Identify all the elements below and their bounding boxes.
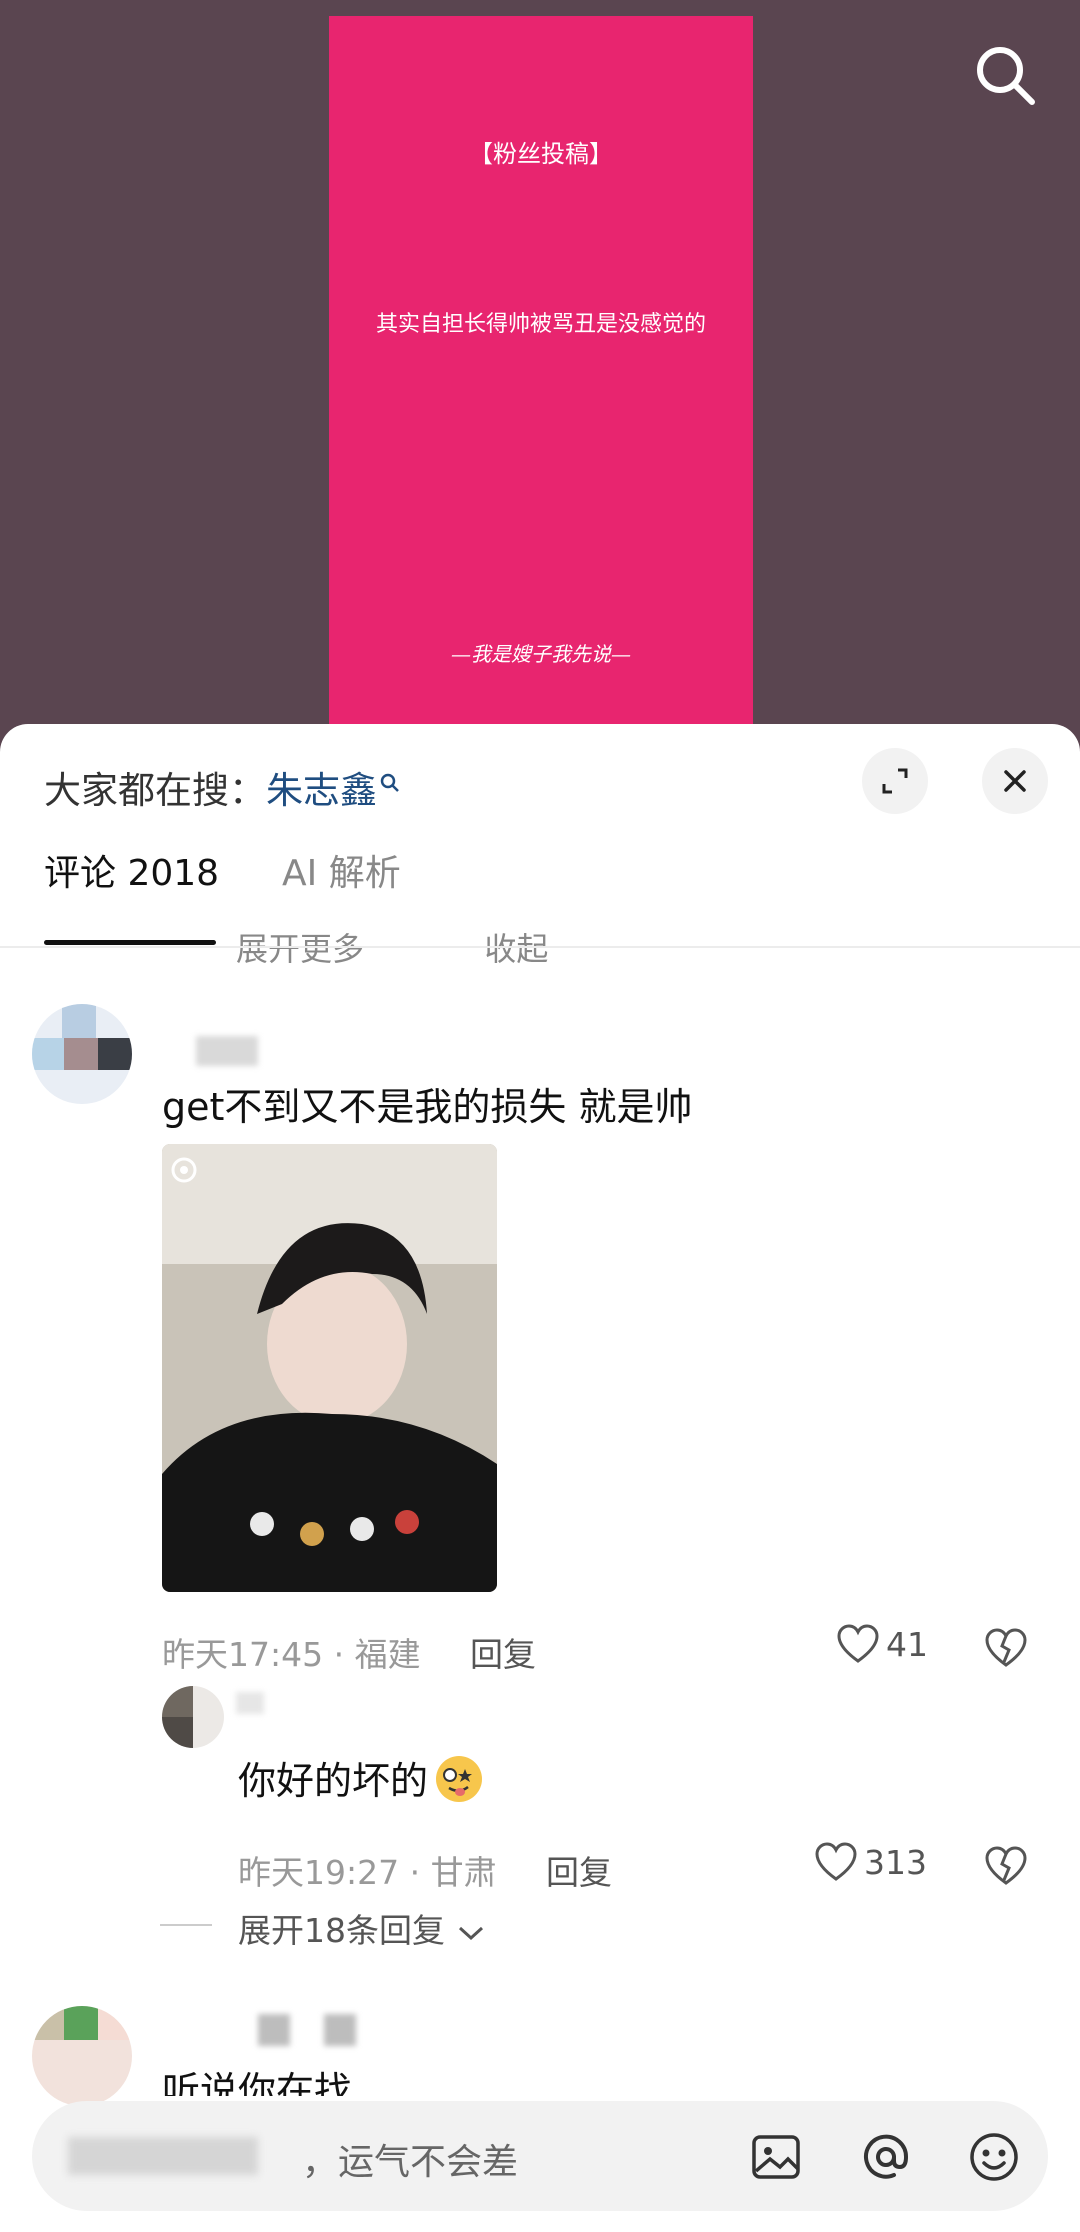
reply-reply-button[interactable]: 回复: [546, 1846, 612, 1894]
reply-avatar[interactable]: [162, 1686, 224, 1748]
broken-heart-icon: [985, 1846, 1027, 1885]
search-icon[interactable]: [970, 40, 1042, 112]
comment-image[interactable]: [162, 1144, 497, 1592]
expand-icon: [882, 768, 908, 794]
reply-button[interactable]: 回复: [470, 1628, 536, 1676]
hot-search[interactable]: 大家都在搜：朱志鑫: [44, 760, 401, 814]
comment-meta: 昨天17:45 · 福建: [162, 1635, 421, 1674]
hot-search-prefix: 大家都在搜：: [44, 769, 266, 812]
reply-dislike-button[interactable]: [984, 1846, 1028, 1890]
username[interactable]: [258, 2014, 290, 2046]
reply-like-count: 313: [864, 1842, 927, 1882]
broken-heart-icon: [985, 1628, 1027, 1667]
username-part: [324, 2014, 356, 2046]
avatar[interactable]: [32, 2006, 132, 2106]
mention-icon[interactable]: [858, 2129, 914, 2185]
tab-underline: [44, 940, 216, 945]
reply-text-content: 你好的坏的: [238, 1759, 429, 1803]
tab-comments[interactable]: 评论 2018: [44, 844, 219, 896]
hot-search-term[interactable]: 朱志鑫: [266, 769, 377, 812]
expand-line: [160, 1924, 212, 1926]
collapse-text[interactable]: 收起: [484, 930, 548, 968]
reply-username[interactable]: [236, 1692, 264, 1714]
like-count: 41: [886, 1624, 928, 1664]
input-placeholder: ，运气不会差: [302, 2142, 519, 2183]
close-icon: [1004, 770, 1026, 792]
heart-icon: [815, 1842, 857, 1881]
reply-meta: 昨天19:27 · 甘肃: [238, 1853, 497, 1892]
comment-text: get不到又不是我的损失 就是帅: [162, 1085, 693, 1129]
username[interactable]: [196, 1036, 258, 1066]
emoji-picker-icon[interactable]: [966, 2129, 1022, 2185]
mini-search-icon: [379, 760, 401, 803]
expand-replies-label: 展开18条回复: [238, 1911, 445, 1950]
comment-text: 听说你在找: [162, 2069, 353, 2096]
poster-signature: —我是嫂子我先说—: [451, 642, 631, 666]
input-prefix-blur: [68, 2137, 258, 2175]
tabs-divider: [0, 946, 1080, 948]
avatar[interactable]: [32, 1004, 132, 1104]
poster-quote: 其实自担长得帅被骂丑是没感觉的: [375, 312, 706, 337]
comment-tabs: 评论 2018 AI 解析: [0, 844, 1080, 914]
tab-ai-analysis[interactable]: AI 解析: [282, 844, 401, 896]
heart-icon: [837, 1624, 879, 1663]
poster-tag: 【粉丝投稿】: [469, 140, 613, 168]
like-button[interactable]: 41: [836, 1624, 928, 1664]
chevron-down-icon: [458, 1926, 483, 1940]
image-icon[interactable]: [748, 2129, 804, 2185]
fullscreen-button[interactable]: [862, 748, 928, 814]
video-area[interactable]: 【粉丝投稿】 其实自担长得帅被骂丑是没感觉的 —我是嫂子我先说—: [0, 0, 1080, 740]
comment-input[interactable]: ，运气不会差: [32, 2101, 1048, 2211]
dislike-button[interactable]: [984, 1628, 1028, 1672]
video-poster: 【粉丝投稿】 其实自担长得帅被骂丑是没感觉的 —我是嫂子我先说—: [329, 16, 753, 740]
close-button[interactable]: [982, 748, 1048, 814]
comment-sheet: 大家都在搜：朱志鑫 评论 2018 AI 解析 展开更多 收起 get不到又不是…: [0, 724, 1080, 2232]
reply-like-button[interactable]: 313: [814, 1842, 927, 1882]
reply-text: 你好的坏的: [238, 1750, 486, 1815]
expand-more-text[interactable]: 展开更多: [236, 930, 364, 968]
expand-replies-button[interactable]: 展开18条回复: [238, 1904, 486, 1952]
emoji-icon: [432, 1752, 486, 1815]
